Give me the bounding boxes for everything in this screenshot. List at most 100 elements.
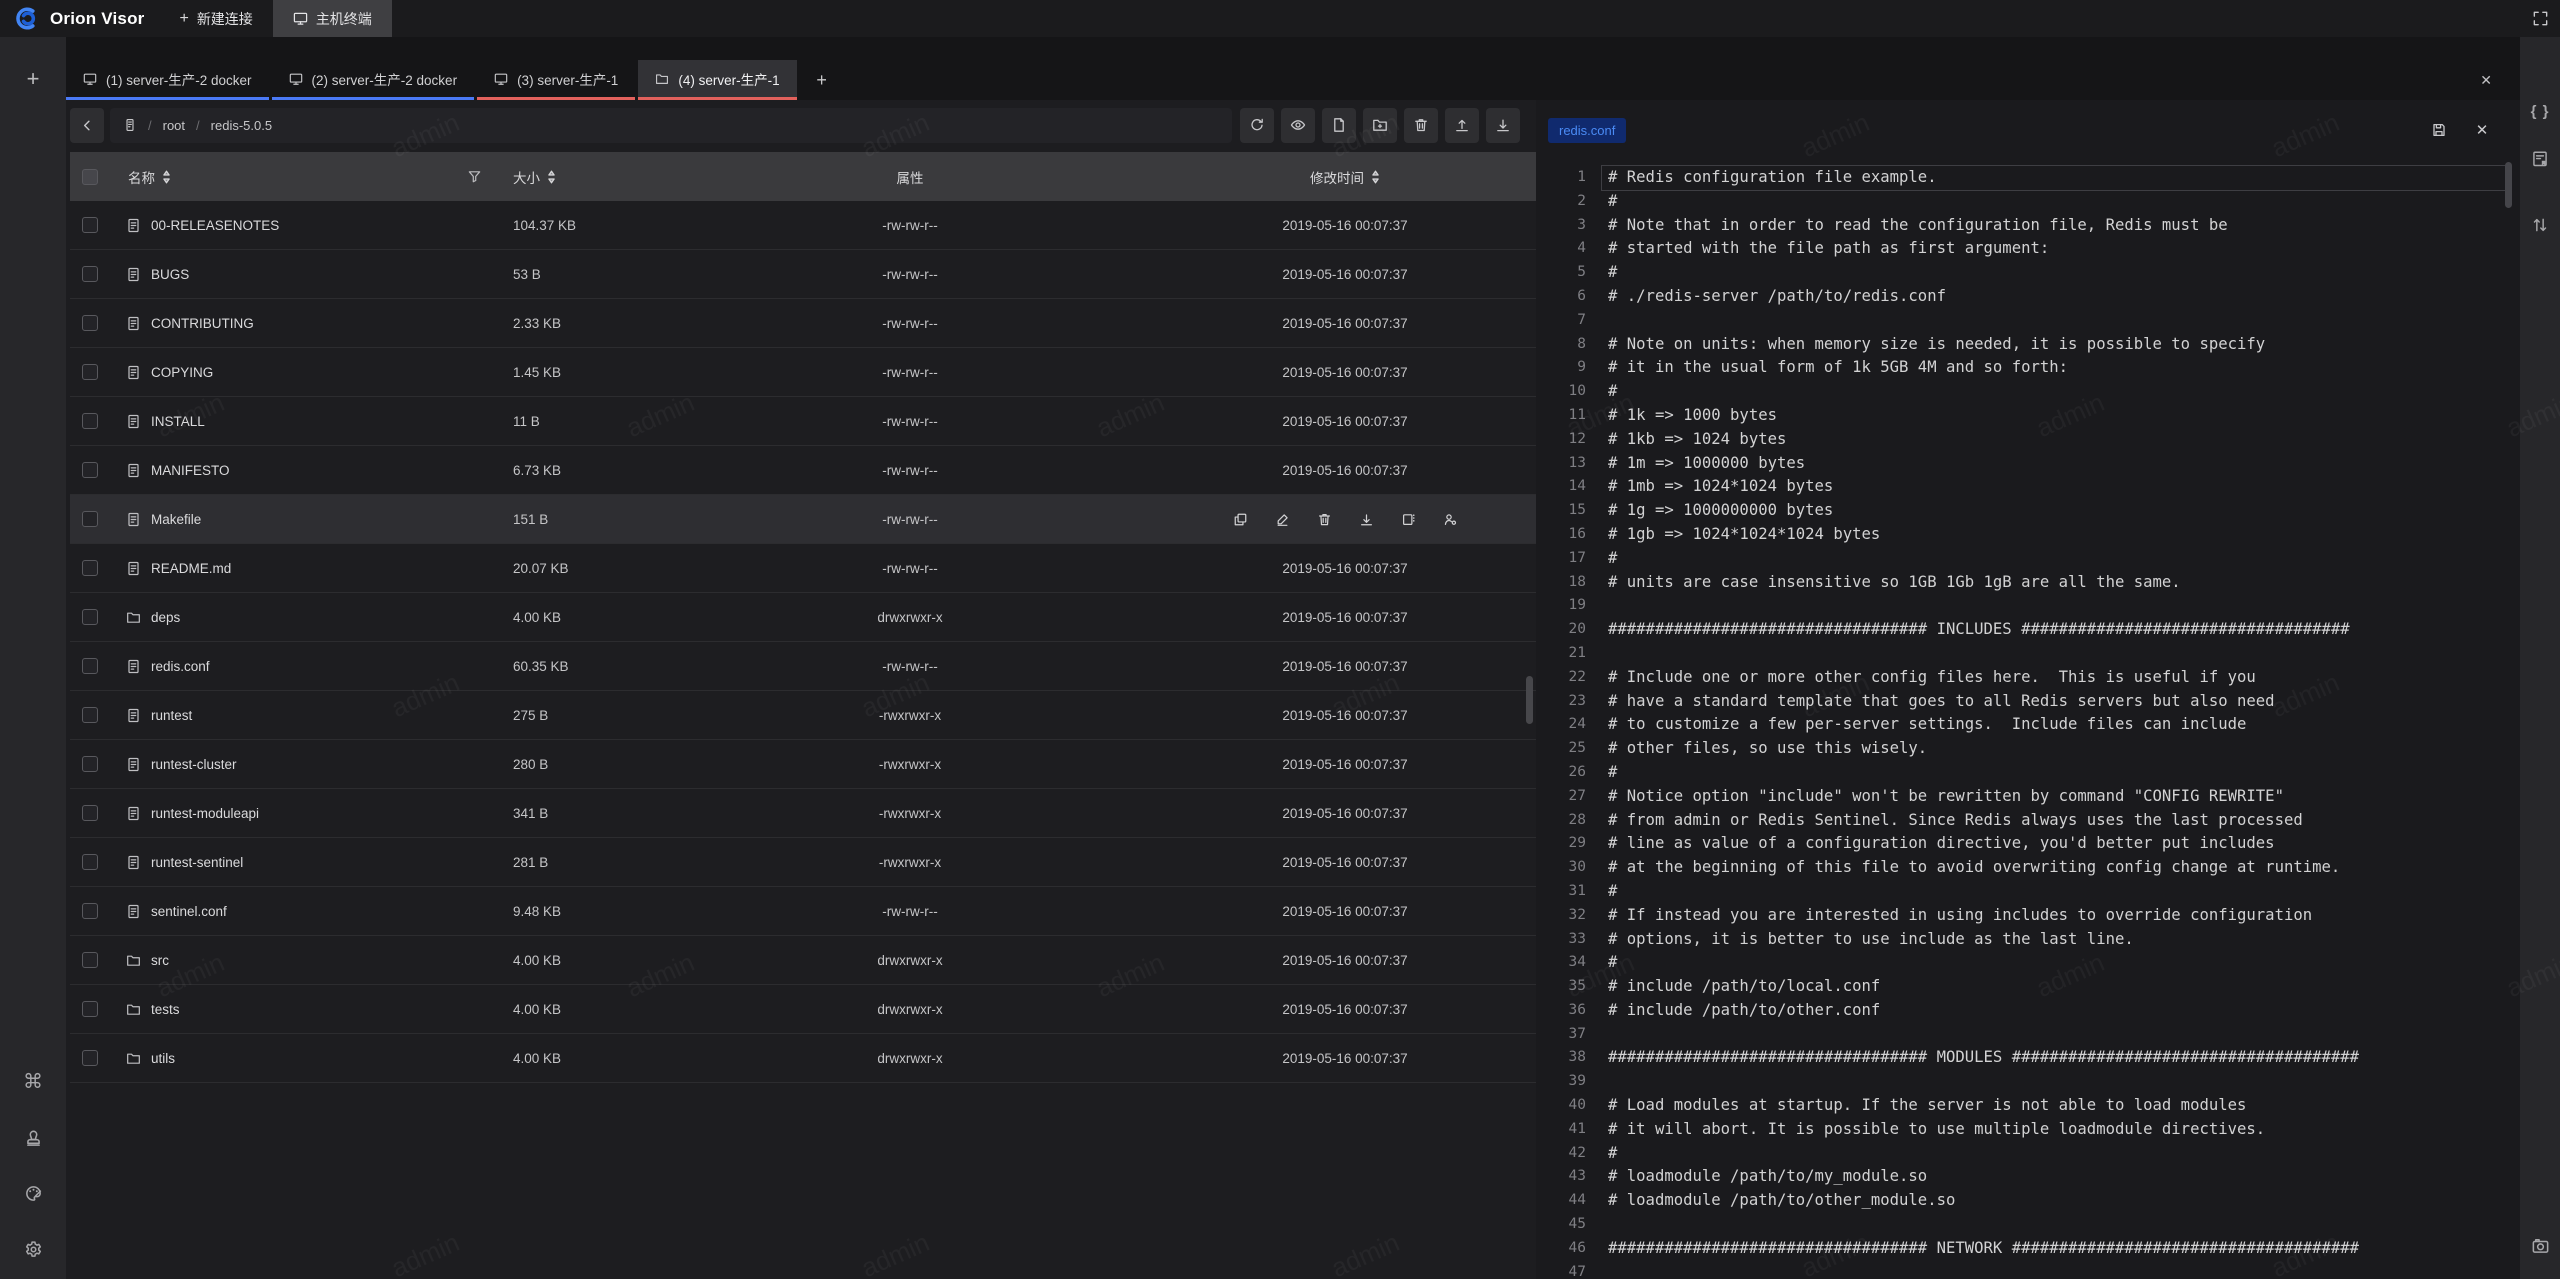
code-line[interactable]: 39 bbox=[1536, 1070, 2520, 1094]
code-line[interactable]: 16 # 1gb => 1024*1024*1024 bytes bbox=[1536, 523, 2520, 547]
code-line[interactable]: 44 # loadmodule /path/to/other_module.so bbox=[1536, 1189, 2520, 1213]
fullscreen-icon[interactable] bbox=[2526, 5, 2554, 33]
file-name[interactable]: runtest-cluster bbox=[151, 757, 237, 772]
code-line[interactable]: 32 # If instead you are interested in us… bbox=[1536, 904, 2520, 928]
code-line[interactable]: 20 ################################## IN… bbox=[1536, 618, 2520, 642]
table-row[interactable]: src 4.00 KB drwxrwxr-x 2019-05-16 00:07:… bbox=[70, 936, 1536, 985]
code-line[interactable]: 38 ################################## MO… bbox=[1536, 1046, 2520, 1070]
sort-size-icon[interactable] bbox=[547, 170, 556, 184]
row-checkbox[interactable] bbox=[82, 413, 98, 429]
table-row[interactable]: INSTALL 11 B -rw-rw-r-- 2019-05-16 00:07… bbox=[70, 397, 1536, 446]
table-row[interactable]: redis.conf 60.35 KB -rw-rw-r-- 2019-05-1… bbox=[70, 642, 1536, 691]
move-icon[interactable] bbox=[1401, 512, 1416, 527]
breadcrumb[interactable]: / root / redis-5.0.5 bbox=[110, 108, 1232, 143]
file-name[interactable]: BUGS bbox=[151, 267, 189, 282]
code-line[interactable]: 30 # at the beginning of this file to av… bbox=[1536, 856, 2520, 880]
code-line[interactable]: 43 # loadmodule /path/to/my_module.so bbox=[1536, 1165, 2520, 1189]
terminal-tab[interactable]: (1) server-生产-2 docker bbox=[66, 60, 269, 100]
snippets-braces-icon[interactable]: { } bbox=[2528, 99, 2552, 123]
row-checkbox[interactable] bbox=[82, 511, 98, 527]
code-line[interactable]: 5 # bbox=[1536, 261, 2520, 285]
row-checkbox[interactable] bbox=[82, 658, 98, 674]
file-table-scrollbar[interactable] bbox=[1526, 100, 1534, 1279]
code-line[interactable]: 18 # units are case insensitive so 1GB 1… bbox=[1536, 571, 2520, 595]
code-line[interactable]: 10 # bbox=[1536, 380, 2520, 404]
show-hidden-eye-button[interactable] bbox=[1281, 108, 1315, 143]
file-name[interactable]: INSTALL bbox=[151, 414, 205, 429]
delete-button[interactable] bbox=[1404, 108, 1438, 143]
code-line[interactable]: 4 # started with the file path as first … bbox=[1536, 237, 2520, 261]
table-row[interactable]: Makefile 151 B -rw-rw-r-- 2019-05-16 00:… bbox=[70, 495, 1536, 544]
stamp-icon[interactable] bbox=[21, 1125, 45, 1149]
code-line[interactable]: 14 # 1mb => 1024*1024 bytes bbox=[1536, 475, 2520, 499]
code-line[interactable]: 28 # from admin or Redis Sentinel. Since… bbox=[1536, 809, 2520, 833]
file-name[interactable]: 00-RELEASENOTES bbox=[151, 218, 279, 233]
code-line[interactable]: 35 # include /path/to/local.conf bbox=[1536, 975, 2520, 999]
file-name[interactable]: tests bbox=[151, 1002, 180, 1017]
table-row[interactable]: runtest-sentinel 281 B -rwxrwxr-x 2019-0… bbox=[70, 838, 1536, 887]
row-checkbox[interactable] bbox=[82, 266, 98, 282]
code-line[interactable]: 17 # bbox=[1536, 547, 2520, 571]
code-line[interactable]: 40 # Load modules at startup. If the ser… bbox=[1536, 1094, 2520, 1118]
table-row[interactable]: README.md 20.07 KB -rw-rw-r-- 2019-05-16… bbox=[70, 544, 1536, 593]
theme-palette-icon[interactable] bbox=[21, 1181, 45, 1205]
code-line[interactable]: 41 # it will abort. It is possible to us… bbox=[1536, 1118, 2520, 1142]
code-line[interactable]: 22 # Include one or more other config fi… bbox=[1536, 666, 2520, 690]
code-line[interactable]: 11 # 1k => 1000 bytes bbox=[1536, 404, 2520, 428]
terminal-tab[interactable]: (3) server-生产-1 bbox=[477, 60, 635, 100]
table-row[interactable]: CONTRIBUTING 2.33 KB -rw-rw-r-- 2019-05-… bbox=[70, 299, 1536, 348]
code-line[interactable]: 6 # ./redis-server /path/to/redis.conf bbox=[1536, 285, 2520, 309]
code-line[interactable]: 7 bbox=[1536, 309, 2520, 333]
delete-icon[interactable] bbox=[1317, 512, 1332, 527]
file-name[interactable]: runtest-sentinel bbox=[151, 855, 243, 870]
filter-funnel-icon[interactable] bbox=[467, 169, 482, 184]
code-line[interactable]: 42 # bbox=[1536, 1142, 2520, 1166]
code-line[interactable]: 15 # 1g => 1000000000 bytes bbox=[1536, 499, 2520, 523]
code-line[interactable]: 3 # Note that in order to read the confi… bbox=[1536, 214, 2520, 238]
code-line[interactable]: 37 bbox=[1536, 1023, 2520, 1047]
file-name[interactable]: deps bbox=[151, 610, 180, 625]
table-row[interactable]: runtest-moduleapi 341 B -rwxrwxr-x 2019-… bbox=[70, 789, 1536, 838]
code-line[interactable]: 8 # Note on units: when memory size is n… bbox=[1536, 333, 2520, 357]
breadcrumb-root[interactable]: root bbox=[163, 118, 185, 133]
sort-name-icon[interactable] bbox=[162, 170, 171, 184]
table-row[interactable]: deps 4.00 KB drwxrwxr-x 2019-05-16 00:07… bbox=[70, 593, 1536, 642]
editor-scrollbar[interactable] bbox=[2505, 162, 2512, 208]
file-name[interactable]: redis.conf bbox=[151, 659, 210, 674]
table-row[interactable]: tests 4.00 KB drwxrwxr-x 2019-05-16 00:0… bbox=[70, 985, 1536, 1034]
close-panel-icon[interactable]: ✕ bbox=[2480, 72, 2492, 89]
file-name[interactable]: sentinel.conf bbox=[151, 904, 227, 919]
save-icon[interactable] bbox=[2425, 116, 2453, 144]
table-row[interactable]: runtest-cluster 280 B -rwxrwxr-x 2019-05… bbox=[70, 740, 1536, 789]
file-name[interactable]: utils bbox=[151, 1051, 175, 1066]
table-row[interactable]: COPYING 1.45 KB -rw-rw-r-- 2019-05-16 00… bbox=[70, 348, 1536, 397]
table-row[interactable]: MANIFESTO 6.73 KB -rw-rw-r-- 2019-05-16 … bbox=[70, 446, 1536, 495]
new-tab-button[interactable]: + bbox=[800, 60, 844, 100]
code-editor[interactable]: 1 # Redis configuration file example. 2 … bbox=[1536, 160, 2520, 1276]
nav-new-connection[interactable]: + 新建连接 bbox=[159, 0, 272, 37]
file-name[interactable]: runtest bbox=[151, 708, 192, 723]
file-name[interactable]: Makefile bbox=[151, 512, 201, 527]
row-checkbox[interactable] bbox=[82, 707, 98, 723]
code-line[interactable]: 29 # line as value of a configuration di… bbox=[1536, 832, 2520, 856]
file-name[interactable]: runtest-moduleapi bbox=[151, 806, 259, 821]
refresh-button[interactable] bbox=[1240, 108, 1274, 143]
row-checkbox[interactable] bbox=[82, 756, 98, 772]
code-line[interactable]: 25 # other files, so use this wisely. bbox=[1536, 737, 2520, 761]
command-icon[interactable]: ⌘ bbox=[21, 1069, 45, 1093]
select-all-checkbox[interactable] bbox=[82, 169, 98, 185]
file-name[interactable]: README.md bbox=[151, 561, 231, 576]
screenshot-camera-icon[interactable] bbox=[2528, 1233, 2552, 1257]
code-line[interactable]: 9 # it in the usual form of 1k 5GB 4M an… bbox=[1536, 356, 2520, 380]
edit-icon[interactable] bbox=[1275, 512, 1290, 527]
code-line[interactable]: 1 # Redis configuration file example. bbox=[1536, 166, 2520, 190]
code-line[interactable]: 2 # bbox=[1536, 190, 2520, 214]
breadcrumb-current[interactable]: redis-5.0.5 bbox=[211, 118, 272, 133]
row-checkbox[interactable] bbox=[82, 952, 98, 968]
row-checkbox[interactable] bbox=[82, 903, 98, 919]
file-name[interactable]: CONTRIBUTING bbox=[151, 316, 254, 331]
editor-file-tag[interactable]: redis.conf bbox=[1548, 118, 1626, 143]
terminal-tab[interactable]: (2) server-生产-2 docker bbox=[272, 60, 475, 100]
code-line[interactable]: 31 # bbox=[1536, 880, 2520, 904]
row-checkbox[interactable] bbox=[82, 364, 98, 380]
